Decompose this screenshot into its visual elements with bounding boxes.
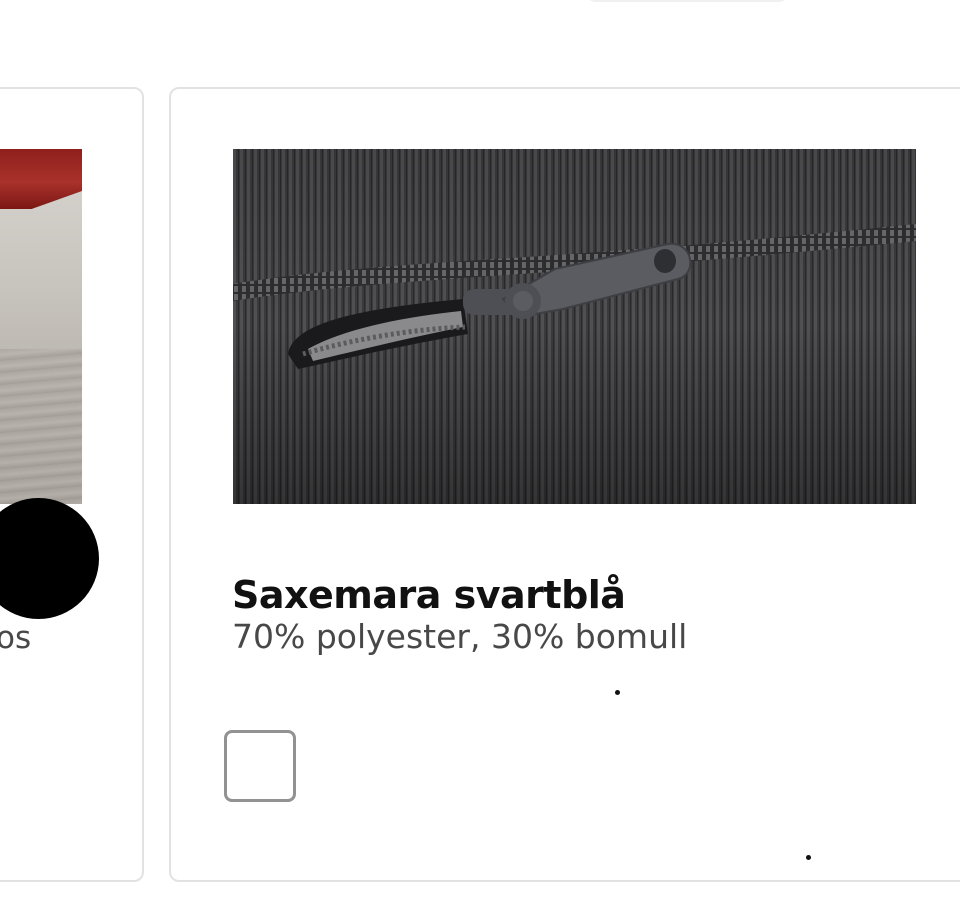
dot-marker xyxy=(615,690,620,695)
product-caption-left: os xyxy=(0,620,32,656)
product-description: 70% polyester, 30% bomull xyxy=(232,617,688,656)
product-image-left[interactable] xyxy=(0,149,82,504)
sofa-shape xyxy=(0,149,82,209)
top-pill-control[interactable] xyxy=(585,0,790,2)
corduroy-zipper-image xyxy=(233,149,916,504)
product-title[interactable]: Saxemara svartblå xyxy=(232,573,626,617)
product-image-saxemara[interactable] xyxy=(233,149,916,504)
product-list-page: os Saxemara svartblå 70% polyester, 30% … xyxy=(0,0,960,898)
dot-marker xyxy=(806,855,811,860)
compare-checkbox[interactable] xyxy=(224,730,296,802)
floor-shape xyxy=(0,349,82,504)
